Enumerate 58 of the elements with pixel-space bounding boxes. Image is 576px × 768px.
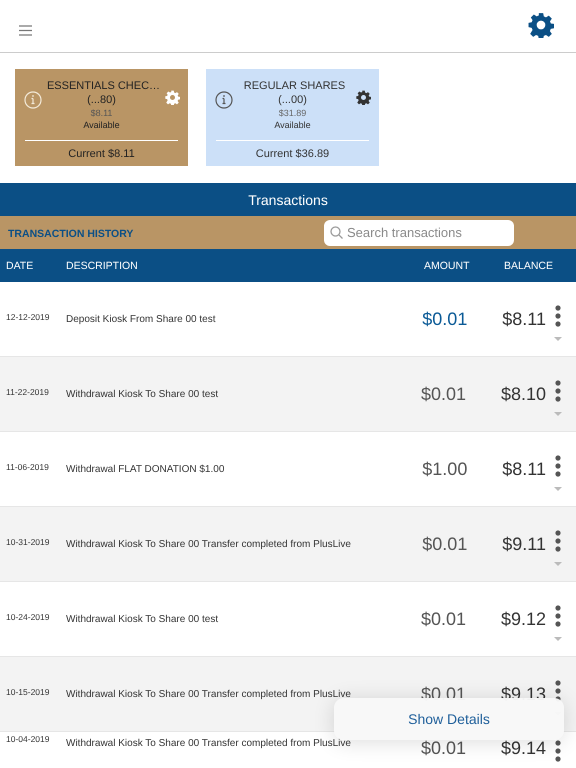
amount-cell-text: $0.01 [420,684,467,704]
current-balance: Current $36.89 [256,148,330,160]
column-header: AMOUNT [424,260,470,272]
show-details-button[interactable]: Show Details [400,707,498,731]
date-cell-text: 10-15-2019 [5,687,50,697]
amount-cell-text: $0.01 [420,608,467,630]
settings-icon[interactable] [356,90,371,105]
date-cell-text: 11-06-2019 [5,462,50,472]
search-field[interactable]: Search transactions [324,220,514,246]
section-title: Transactions [248,192,328,208]
search-icon [330,226,343,239]
current-balance: Current $8.11 [68,148,135,160]
amount-cell-text: $0.01 [420,384,467,404]
date-cell-text: 10-31-2019 [5,537,50,547]
settings-icon[interactable] [528,12,554,38]
balance-cell: $9.14 [500,738,546,759]
description-cell-text: Withdrawal Kiosk To Share 00 test [66,388,220,400]
more-icon[interactable] [555,455,561,477]
amount-cell-text: $0.01 [420,738,467,759]
description-cell-text: Withdrawal Kiosk To Share 00 Transfer completed from PlusLive [66,688,352,700]
date-cell-text: 10-04-2019 [5,734,50,744]
account-name: REGULAR SHARES [242,79,346,93]
description-cell-text: Withdrawal Kiosk To Share 00 Transfer completed from PlusLive [66,538,352,550]
description-cell-text: Withdrawal Kiosk To Share 00 Transfer completed from PlusLive [66,738,352,749]
more-icon[interactable] [555,305,561,327]
amount-cell-text: $0.01 [422,534,468,554]
more-icon[interactable] [555,530,561,552]
more-icon[interactable] [555,605,561,627]
available-amount: $31.89 [278,107,306,119]
balance-cell: $8.11 [502,458,546,480]
column-header: BALANCE [504,260,554,272]
balance-cell: $9.13 [500,684,546,704]
more-icon[interactable] [555,740,561,762]
available-label: Available [83,119,120,131]
more-icon[interactable] [555,380,561,402]
balance-cell: $8.11 [502,308,546,330]
amount-cell-text: $1.00 [422,458,468,480]
description-cell-text: Withdrawal Kiosk To Share 00 test [66,614,220,624]
date-cell-text: 12-12-2019 [5,312,50,322]
account-number: (...00) [278,93,307,107]
available-amount: $8.11 [90,107,112,119]
amount-cell-text: $0.01 [422,308,468,330]
account-number: (...80) [87,93,116,107]
account-name: ESSENTIALS CHEC… [46,79,160,93]
balance-cell: $9.12 [500,608,546,630]
column-header: DATE [5,260,34,272]
history-label: TRANSACTION HISTORY [8,228,134,240]
column-header: DESCRIPTION [66,260,139,272]
available-label: Available [274,119,311,131]
description-cell-text: Deposit Kiosk From Share 00 test [66,314,217,324]
account-card[interactable]: REGULAR SHARES (...00) $31.89 Available Current $36.89 [206,69,379,166]
info-icon[interactable] [215,91,233,109]
date-cell-text: 10-24-2019 [5,612,50,622]
menu-icon[interactable] [19,24,32,36]
balance-cell: $8.10 [500,384,546,404]
description-cell-text: Withdrawal FLAT DONATION $1.00 [66,464,226,474]
date-cell-text: 11-22-2019 [5,387,50,397]
balance-cell: $9.11 [502,534,546,554]
